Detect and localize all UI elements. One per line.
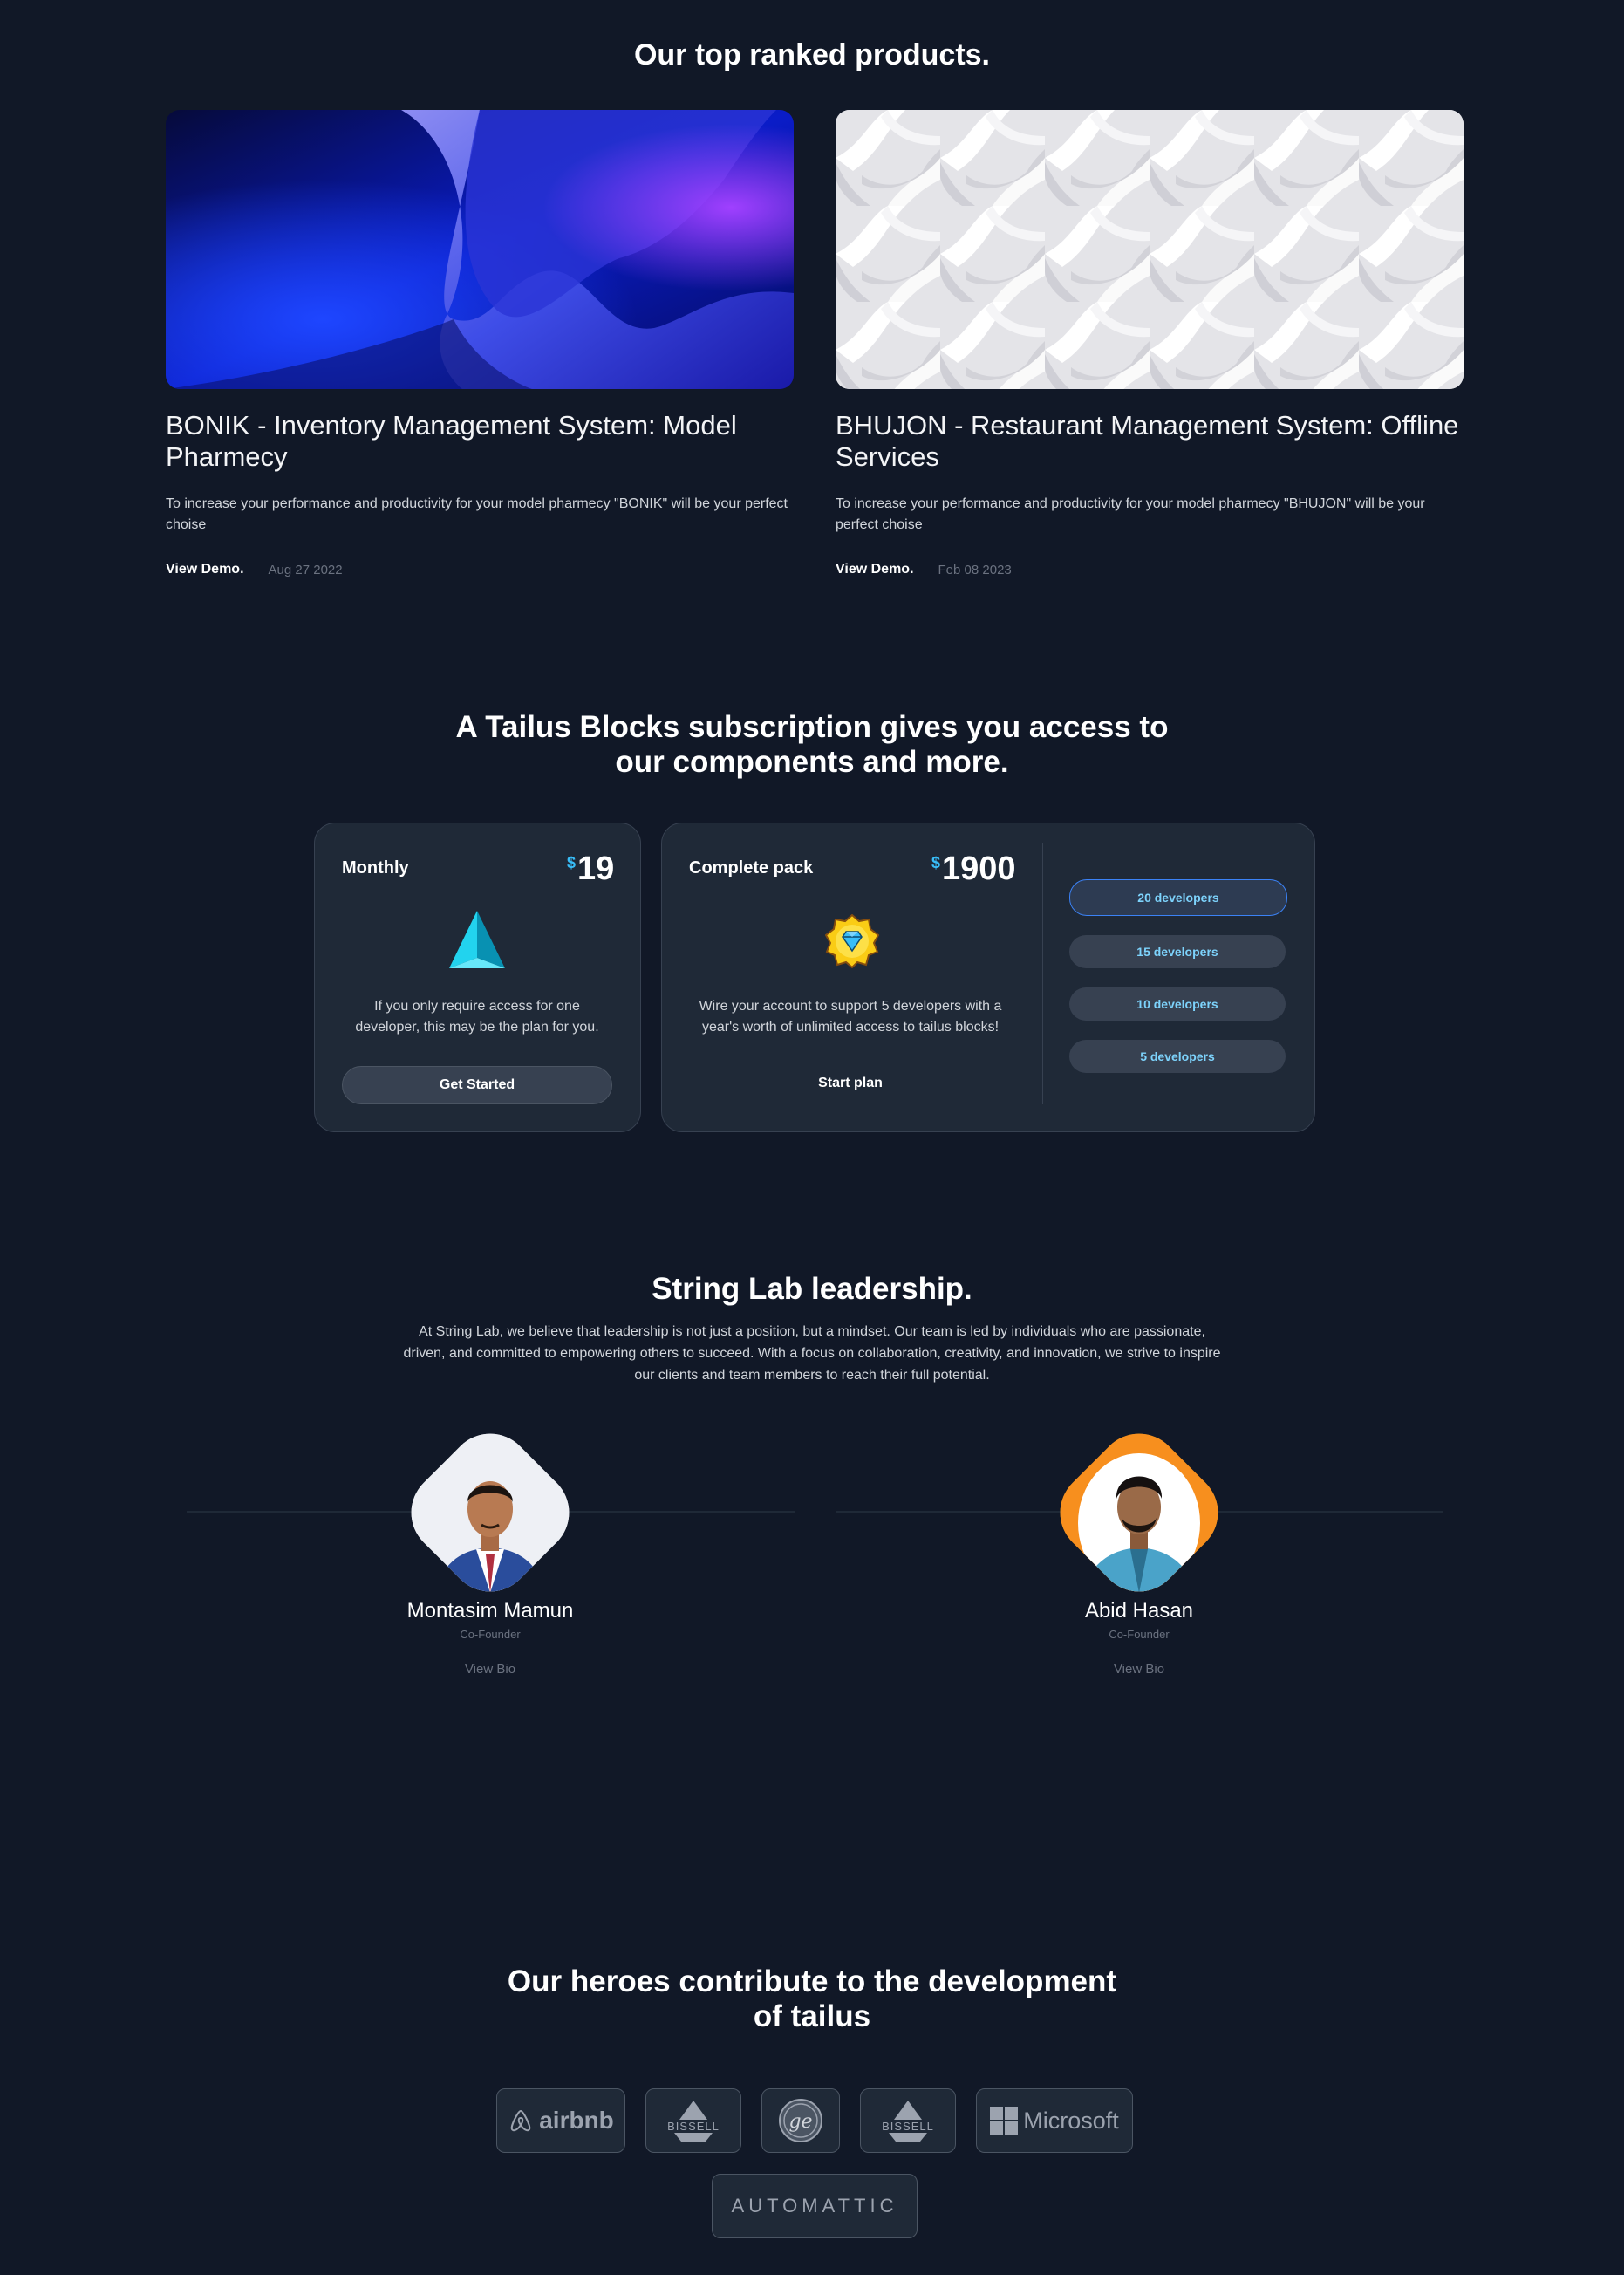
airbnb-wordmark: airbnb	[539, 2107, 614, 2134]
person-portrait	[396, 1418, 584, 1607]
product-meta-bhujon: View Demo. Feb 08 2023	[836, 562, 1464, 577]
airbnb-icon	[510, 2109, 531, 2132]
pricing-heading-line1: A Tailus Blocks subscription gives you a…	[455, 710, 1169, 744]
automattic-wordmark: AUTOMATTIC	[731, 2195, 898, 2217]
logo-automattic[interactable]: AUTOMATTIC	[712, 2174, 918, 2238]
developers-option-15[interactable]: 15 developers	[1069, 935, 1286, 968]
bissell-triangle-icon	[894, 2100, 922, 2120]
card-divider	[1042, 843, 1043, 1104]
currency-symbol: $	[567, 854, 577, 871]
white-lattice-artwork	[836, 110, 1464, 389]
plan-name-complete: Complete pack	[689, 858, 814, 878]
pricing-heading: A Tailus Blocks subscription gives you a…	[0, 710, 1624, 780]
price-value: 1900	[942, 851, 1016, 887]
bissell-triangle-icon	[679, 2100, 707, 2120]
developers-option-5[interactable]: 5 developers	[1069, 1040, 1286, 1073]
pyramid-icon	[449, 911, 505, 973]
ge-monogram-icon: ge	[779, 2099, 822, 2142]
product-image-bhujon[interactable]	[836, 110, 1464, 389]
start-plan-button[interactable]: Start plan	[689, 1076, 1012, 1091]
currency-symbol: $	[931, 854, 941, 871]
product-meta-bonik: View Demo. Aug 27 2022	[166, 562, 794, 577]
leadership-intro: At String Lab, we believe that leadershi…	[403, 1324, 1221, 1383]
logo-bissell[interactable]: BISSELL	[645, 2088, 741, 2153]
heroes-heading-line1: Our heroes contribute to the development	[507, 1964, 1117, 1998]
bissell-wordmark: BISSELL	[667, 2119, 720, 2133]
leader-role: Co-Founder	[1109, 1628, 1170, 1641]
logo-airbnb[interactable]: airbnb	[496, 2088, 625, 2153]
logo-ge[interactable]: ge	[761, 2088, 840, 2153]
plan-price-monthly: $19	[567, 851, 614, 888]
microsoft-windows-icon	[990, 2107, 1019, 2135]
bissell-wordmark: BISSELL	[882, 2119, 934, 2133]
product-date: Feb 08 2023	[938, 562, 1012, 577]
logo-bissell[interactable]: BISSELL	[860, 2088, 956, 2153]
leader-name: Montasim Mamun	[406, 1599, 574, 1623]
view-bio-link[interactable]: View Bio	[316, 1662, 665, 1677]
product-title-bonik[interactable]: BONIK - Inventory Management System: Mod…	[166, 410, 794, 473]
avatar-abid-hasan[interactable]	[1042, 1416, 1236, 1609]
microsoft-wordmark: Microsoft	[1023, 2107, 1119, 2134]
abstract-blue-artwork	[166, 110, 794, 389]
plan-name-monthly: Monthly	[342, 858, 409, 878]
price-value: 19	[577, 851, 615, 887]
products-heading: Our top ranked products.	[633, 38, 991, 72]
product-image-bonik[interactable]	[166, 110, 794, 389]
heroes-heading-line2: of tailus	[753, 1999, 871, 2033]
leader-role: Co-Founder	[460, 1628, 521, 1641]
bissell-base-icon	[674, 2132, 713, 2142]
leader-name: Abid Hasan	[1084, 1599, 1194, 1623]
plan-price-complete: $1900	[931, 851, 1016, 888]
plan-description-monthly: If you only require access for one devel…	[355, 999, 599, 1035]
ge-letters: ge	[788, 2111, 812, 2133]
get-started-button[interactable]: Get Started	[342, 1066, 612, 1104]
view-demo-link[interactable]: View Demo.	[836, 562, 914, 577]
view-demo-link[interactable]: View Demo.	[166, 562, 244, 577]
heroes-heading: Our heroes contribute to the development…	[0, 1964, 1624, 2034]
developers-option-10[interactable]: 10 developers	[1069, 987, 1286, 1021]
plan-description-complete: Wire your account to support 5 developer…	[699, 999, 1002, 1035]
product-date: Aug 27 2022	[268, 562, 343, 577]
product-title-bhujon[interactable]: BHUJON - Restaurant Management System: O…	[836, 410, 1464, 473]
product-description-bhujon: To increase your performance and product…	[836, 496, 1425, 532]
product-description-bonik: To increase your performance and product…	[166, 496, 788, 532]
avatar-montasim-mamun[interactable]	[393, 1416, 587, 1609]
pricing-heading-line2: our components and more.	[615, 745, 1009, 779]
developers-option-20[interactable]: 20 developers	[1069, 879, 1287, 916]
person-portrait	[1045, 1418, 1233, 1607]
diamond-badge-icon	[824, 913, 880, 973]
logo-microsoft[interactable]: Microsoft	[976, 2088, 1133, 2153]
bissell-base-icon	[889, 2132, 927, 2142]
view-bio-link[interactable]: View Bio	[965, 1662, 1314, 1677]
leadership-heading: String Lab leadership.	[652, 1272, 972, 1306]
